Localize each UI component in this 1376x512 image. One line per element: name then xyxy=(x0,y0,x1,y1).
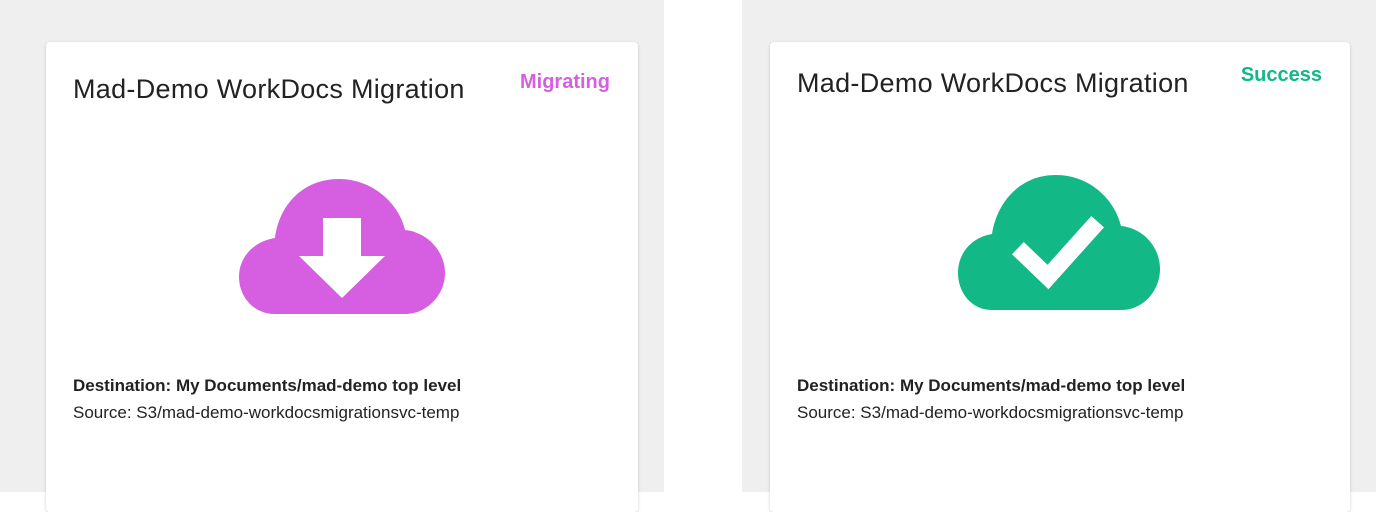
destination-label: Destination: My Documents/mad-demo top l… xyxy=(73,376,462,395)
destination-label: Destination: My Documents/mad-demo top l… xyxy=(797,376,1186,395)
card-title: Mad-Demo WorkDocs Migration xyxy=(797,68,1189,98)
migration-panel-right: Mad-Demo WorkDocs Migration Success Dest… xyxy=(742,0,1376,512)
source-label: Source: S3/mad-demo-workdocsmigrationsvc… xyxy=(73,403,460,422)
card-title: Mad-Demo WorkDocs Migration xyxy=(73,74,465,104)
status-badge: Migrating xyxy=(520,71,610,93)
migration-panel-left: Mad-Demo WorkDocs Migration Migrating De… xyxy=(0,0,664,512)
cloud-download-icon xyxy=(239,179,445,314)
source-label: Source: S3/mad-demo-workdocsmigrationsvc… xyxy=(797,403,1184,422)
cloud-check-icon xyxy=(958,175,1160,310)
migration-card[interactable]: Mad-Demo WorkDocs Migration Success Dest… xyxy=(770,42,1350,512)
status-badge: Success xyxy=(1240,64,1322,86)
migration-card[interactable]: Mad-Demo WorkDocs Migration Migrating De… xyxy=(46,42,638,512)
